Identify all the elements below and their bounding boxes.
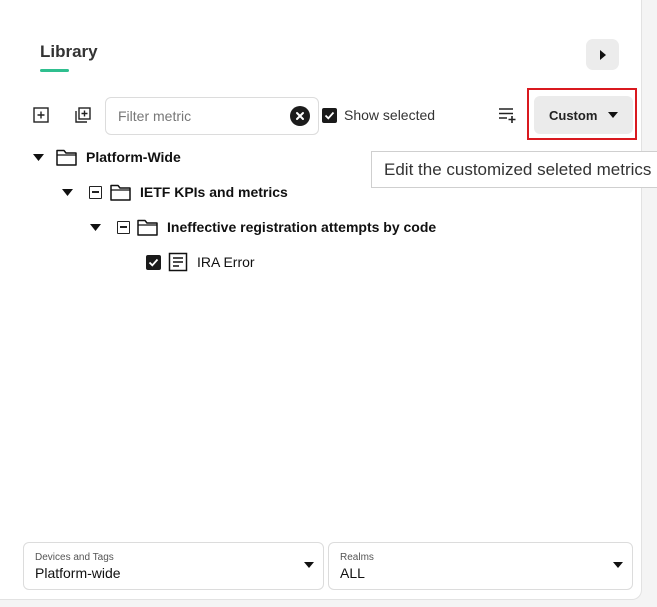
folder-icon (110, 184, 131, 201)
partial-select-checkbox[interactable] (117, 220, 130, 234)
show-selected-label: Show selected (344, 107, 436, 123)
show-selected-toggle[interactable]: Show selected (322, 106, 435, 124)
expand-toggle-icon[interactable] (89, 221, 101, 233)
plus-square-icon (33, 107, 49, 123)
tree-item-ineffective-registration[interactable]: Ineffective registration attempts by cod… (89, 215, 436, 239)
caret-right-icon (599, 49, 606, 60)
chevron-down-icon (304, 562, 314, 568)
expand-toggle-icon[interactable] (61, 186, 73, 198)
custom-tooltip: Edit the customized seleted metrics (371, 151, 657, 188)
add-to-list-button[interactable] (496, 104, 518, 126)
tree-item-label: Platform-Wide (86, 149, 181, 165)
checkmark-icon (148, 258, 159, 267)
tree-item-platform-wide[interactable]: Platform-Wide (32, 145, 181, 169)
tree-item-label: Ineffective registration attempts by cod… (167, 219, 437, 235)
chevron-down-icon (613, 562, 623, 568)
folder-icon (137, 219, 158, 236)
library-panel: Library Show sel (0, 0, 642, 600)
filter-metric-input[interactable] (116, 106, 286, 126)
metric-checkbox[interactable] (146, 254, 161, 270)
realms-label: Realms (340, 552, 374, 563)
document-icon (168, 252, 188, 272)
custom-button-label: Custom (549, 108, 598, 123)
collapse-panel-button[interactable] (586, 39, 619, 70)
realms-value: ALL (340, 565, 365, 581)
tree-item-label: IETF KPIs and metrics (140, 184, 288, 200)
custom-dropdown-button[interactable]: Custom (534, 96, 633, 134)
devices-label: Devices and Tags (35, 552, 114, 563)
copy-plus-icon (75, 107, 91, 123)
devices-and-tags-select[interactable]: Devices and Tags Platform-wide (23, 542, 324, 590)
tree-item-label: IRA Error (197, 254, 255, 270)
library-title[interactable]: Library (40, 42, 98, 62)
expand-toggle-icon[interactable] (32, 151, 44, 163)
library-tab-underline (40, 69, 69, 72)
close-icon (296, 112, 304, 120)
expand-all-button[interactable] (30, 104, 52, 126)
chevron-down-icon (608, 112, 618, 118)
tree-item-ira-error[interactable]: IRA Error (146, 250, 255, 274)
realms-select[interactable]: Realms ALL (328, 542, 633, 590)
filter-metric-field[interactable] (105, 97, 319, 135)
partial-select-checkbox[interactable] (89, 185, 102, 199)
devices-value: Platform-wide (35, 565, 121, 581)
playlist-add-icon (499, 108, 516, 123)
checkmark-icon (324, 111, 335, 120)
tree-item-ietf-kpis[interactable]: IETF KPIs and metrics (61, 180, 288, 204)
folder-icon (56, 149, 77, 166)
show-selected-checkbox[interactable] (322, 107, 337, 123)
clear-filter-button[interactable] (290, 106, 310, 126)
copy-button[interactable] (72, 104, 94, 126)
